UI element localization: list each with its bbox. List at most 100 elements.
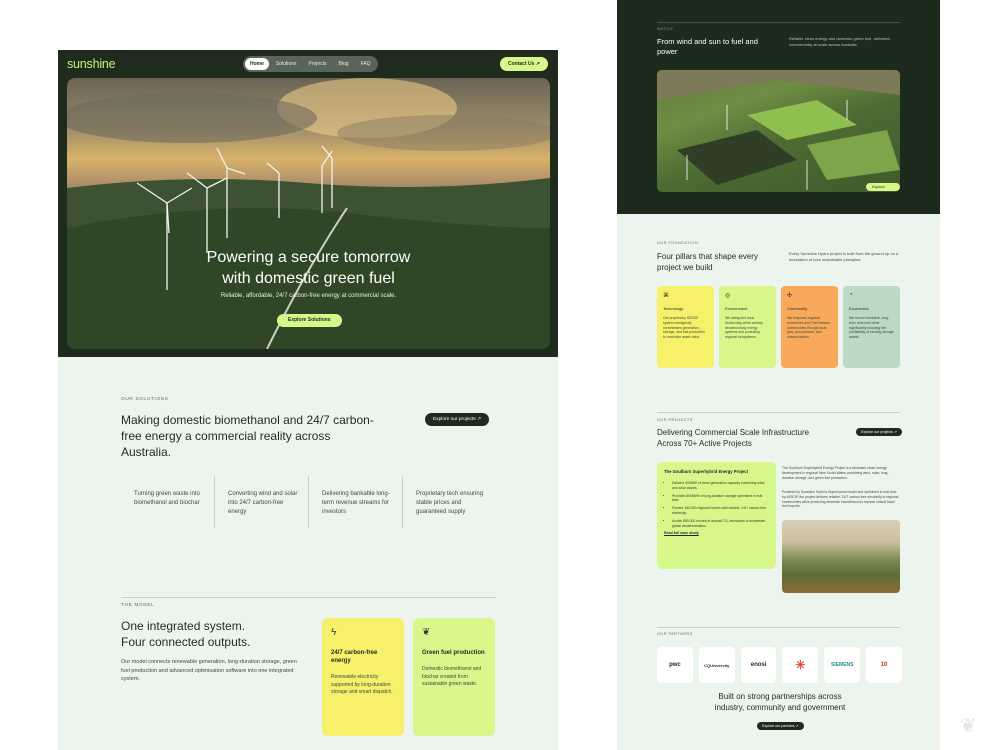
watch-title: From wind and sun to fuel and power: [657, 37, 758, 56]
projects-title: Delivering Commercial Scale Infrastructu…: [657, 428, 810, 448]
globe-icon: ◎: [725, 293, 731, 299]
watch-eyebrow: WATCH: [657, 27, 673, 31]
partner-logos: pwc CQUniversity enosi ✳ SIEMENS 10: [657, 647, 902, 683]
pillar-title: Environment: [725, 306, 748, 311]
pillar-text: Our proprietary SESOP system intelligent…: [663, 316, 706, 340]
solutions-eyebrow: OUR SOLUTIONS: [121, 397, 169, 402]
partners-eyebrow: OUR PARTNERS: [657, 632, 693, 636]
model-title-line1: One integrated system.: [121, 619, 246, 633]
case-study-link[interactable]: Read full case study: [664, 531, 769, 535]
explore-partners-button[interactable]: Explore our partners ↗: [757, 722, 804, 730]
pillar-title: Economics: [849, 306, 869, 311]
partner-logo-cquniversity[interactable]: CQUniversity: [698, 647, 735, 683]
partner-name: 10: [880, 662, 888, 668]
feature-item: Proprietary tech ensuring stable prices …: [402, 476, 496, 528]
economics-icon: ◔: [849, 292, 853, 298]
project-card-title: The Goulburn Superhybrid Energy Project: [664, 469, 748, 474]
feature-item: Converting wind and solar into 24/7 carb…: [214, 476, 308, 528]
model-text: Our model connects renewable generation,…: [121, 659, 297, 682]
partner-name: enosi: [750, 662, 767, 668]
project-image: [782, 520, 900, 593]
model-card-fuel: ❦ Green fuel production Domestic biometh…: [413, 618, 495, 736]
section-divider: [121, 597, 496, 598]
project-bullets: Delivers 400MW of clean generation capac…: [664, 481, 769, 528]
feature-item: Turning green waste into biomethanol and…: [134, 491, 200, 506]
logo[interactable]: sunshine: [67, 57, 116, 71]
model-title-line2: Four connected outputs.: [121, 635, 251, 649]
list-item: Delivers 400MW of clean generation capac…: [672, 481, 769, 491]
partner-name: SIEMENS: [830, 662, 854, 668]
aerial-farm-landscape: [657, 70, 900, 190]
community-icon: ✣: [787, 293, 793, 299]
top-nav: sunshine Home Solutions Projects Blog FA…: [58, 50, 558, 76]
watch-description: Reliable clean energy and domestic green…: [789, 36, 890, 47]
card-text: Renewable electricity supported by long-…: [331, 674, 393, 695]
nav-menu: Home Solutions Projects Blog FAQ: [243, 56, 378, 72]
lightning-icon: ϟ: [331, 627, 337, 638]
list-item: Provides 800MWh of long-duration storage…: [672, 494, 769, 504]
divider: [657, 412, 900, 413]
solutions-title: Making domestic biomethanol and 24/7 car…: [121, 413, 374, 459]
nav-item-projects[interactable]: Projects: [303, 58, 331, 70]
divider: [657, 627, 900, 628]
list-item: Avoids 880,000 tonnes of annual CO₂ emis…: [672, 519, 769, 529]
foundation-title: Four pillars that shape every project we…: [657, 252, 758, 272]
card-title: Green fuel production: [422, 650, 485, 656]
project-side-text: The Goulburn Superhybrid Energy Project …: [782, 466, 889, 480]
card-title: 24/7 carbon-free energy: [331, 650, 378, 664]
partner-logo-10[interactable]: 10: [866, 647, 902, 683]
explore-more-button[interactable]: Explore more: [866, 183, 900, 191]
video-thumbnail[interactable]: Explore more: [657, 70, 900, 192]
partner-logo-pwc[interactable]: pwc: [657, 647, 693, 683]
model-card-energy: ϟ 24/7 carbon-free energy Renewable elec…: [322, 618, 404, 736]
pillar-text: We empower regional economies and First …: [787, 316, 830, 340]
homepage-preview: sunshine Home Solutions Projects Blog FA…: [58, 50, 558, 750]
hero-subtitle: Reliable, affordable, 24/7 carbon-free e…: [220, 293, 397, 299]
pillar-card-environment: ◎ Environment We safeguard local biodive…: [719, 286, 776, 368]
leaf-icon: ❦: [422, 627, 431, 638]
projects-eyebrow: OUR PROJECTS: [657, 418, 693, 422]
solutions-features: Turning green waste into biomethanol and…: [121, 476, 496, 528]
hero-image: Powering a secure tomorrow with domestic…: [67, 78, 550, 349]
card-text: Domestic biomethanol and biochar created…: [422, 666, 482, 687]
pillar-card-technology: ⌘ Technology Our proprietary SESOP syste…: [657, 286, 714, 368]
pillar-card-community: ✣ Community We empower regional economie…: [781, 286, 838, 368]
partner-name: pwc: [669, 662, 681, 668]
partner-logo-siemens[interactable]: SIEMENS: [824, 647, 861, 683]
divider: [657, 22, 900, 23]
list-item: Powers 180,000 regional homes with relia…: [672, 506, 769, 516]
contact-button[interactable]: Contact Us ↗: [500, 57, 548, 71]
partner-logo-star[interactable]: ✳: [782, 647, 819, 683]
feature-item: Delivering bankable long-term revenue st…: [308, 476, 402, 528]
nav-item-faq[interactable]: FAQ: [356, 58, 376, 70]
partner-name: CQUniversity: [704, 662, 730, 668]
project-card: The Goulburn Superhybrid Energy Project …: [657, 462, 776, 569]
foundation-description: Every Sunshine Hydro project is built fr…: [789, 251, 899, 262]
wind-farm-landscape: [67, 78, 550, 349]
explore-projects-small-button[interactable]: Explore our projects ↗: [856, 428, 902, 436]
page-preview-continued: WATCH From wind and sun to fuel and powe…: [617, 0, 940, 750]
hero-title-line1: Powering a secure tomorrow: [206, 249, 411, 266]
hero-title: Powering a secure tomorrow with domestic…: [67, 247, 550, 289]
explore-solutions-button[interactable]: Explore Solutions: [277, 314, 342, 327]
nav-item-blog[interactable]: Blog: [334, 58, 354, 70]
foundation-eyebrow: OUR FOUNDATION: [657, 241, 699, 245]
pillar-text: We secure bankable, long-term revenues w…: [849, 316, 894, 340]
watch-section: WATCH From wind and sun to fuel and powe…: [617, 0, 940, 214]
partner-logo-enosi[interactable]: enosi: [740, 647, 777, 683]
nav-item-solutions[interactable]: Solutions: [271, 58, 302, 70]
hero-section: sunshine Home Solutions Projects Blog FA…: [58, 50, 558, 357]
model-eyebrow: THE MODEL: [121, 603, 155, 608]
partners-title: Built on strong partnerships across indu…: [714, 692, 846, 712]
hero-title-line2: with domestic green fuel: [222, 270, 395, 287]
explore-projects-button[interactable]: Explore our projects ↗: [425, 413, 490, 426]
model-title: One integrated system. Four connected ou…: [121, 618, 250, 650]
pillar-card-economics: ◔ Economics We secure bankable, long-ter…: [843, 286, 900, 368]
pillar-title: Technology: [663, 306, 684, 311]
nav-item-home[interactable]: Home: [245, 58, 269, 70]
pillar-text: We safeguard local biodiversity while ac…: [725, 316, 763, 340]
pillar-title: Community: [787, 306, 808, 311]
tech-icon: ⌘: [663, 293, 669, 299]
project-side-text-2: Powered by Sunshine Hydro's Superhybrid …: [782, 490, 899, 509]
bird-watermark-icon: ❦: [960, 715, 977, 737]
